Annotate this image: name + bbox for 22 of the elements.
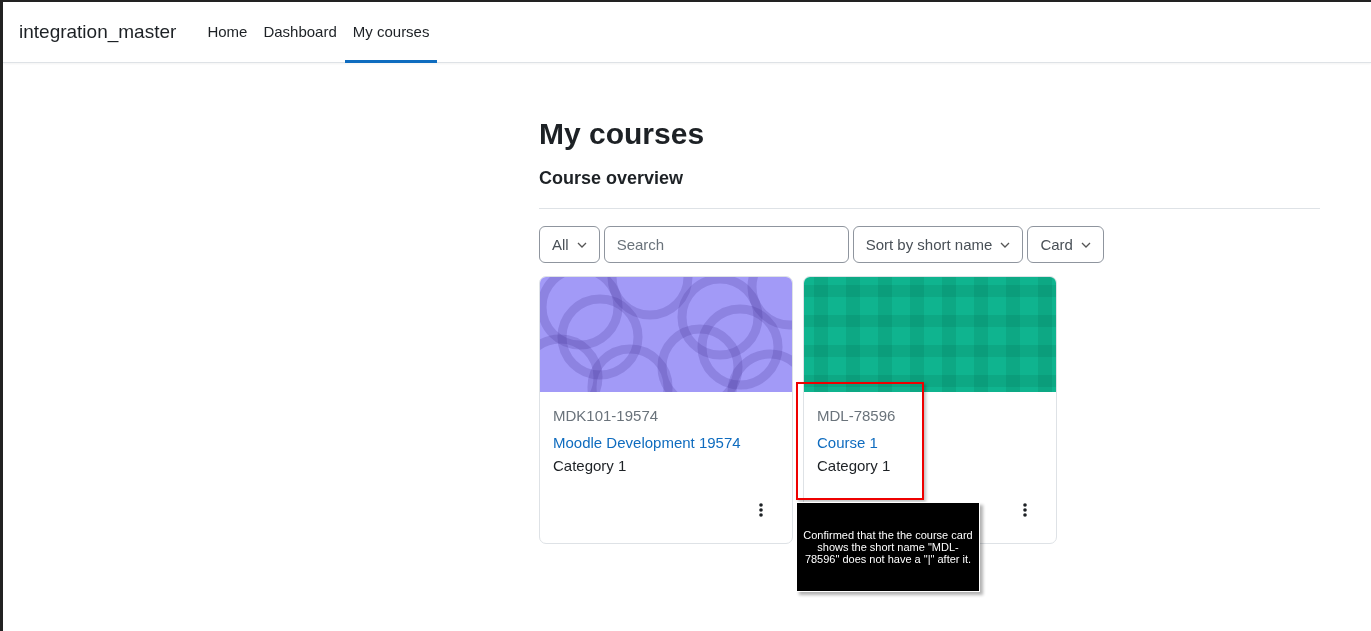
course-category: Category 1 — [817, 457, 892, 475]
chevron-down-icon — [1000, 241, 1011, 248]
grouping-dropdown[interactable]: All — [539, 226, 600, 263]
view-dropdown[interactable]: Card — [1027, 226, 1104, 263]
course-name-link[interactable]: Moodle Development 19574 — [553, 434, 779, 452]
more-options-icon[interactable] — [1023, 503, 1027, 517]
chevron-down-icon — [576, 241, 587, 248]
nav-link[interactable]: Dashboard — [255, 2, 345, 63]
course-name-link[interactable]: Course 1 — [817, 434, 1043, 452]
course-short-name: MDK101-19574 — [553, 407, 660, 425]
page-title: My courses — [539, 117, 706, 151]
section-title: Course overview — [539, 168, 685, 189]
nav-link[interactable]: Home — [199, 2, 256, 63]
annotation-note: Confirmed that the the course card shows the short name "MDL-78596" does not have a "|" after it. — [796, 502, 980, 592]
nav-link[interactable]: My courses — [344, 2, 438, 63]
search-field[interactable]: Search — [603, 226, 849, 263]
sort-dropdown[interactable]: Sort by short name — [852, 226, 1024, 263]
course-category: Category 1 — [553, 457, 628, 475]
more-options-icon[interactable] — [759, 503, 763, 517]
chevron-down-icon — [1080, 241, 1091, 248]
site-name[interactable]: integration_master — [19, 2, 177, 62]
course-short-name: MDL-78596 — [817, 407, 897, 425]
